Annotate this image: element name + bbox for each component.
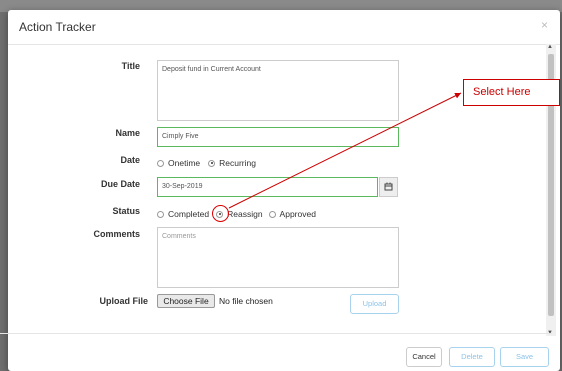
annotation-arrow bbox=[228, 92, 462, 209]
select-here-callout: Select Here bbox=[463, 79, 560, 106]
